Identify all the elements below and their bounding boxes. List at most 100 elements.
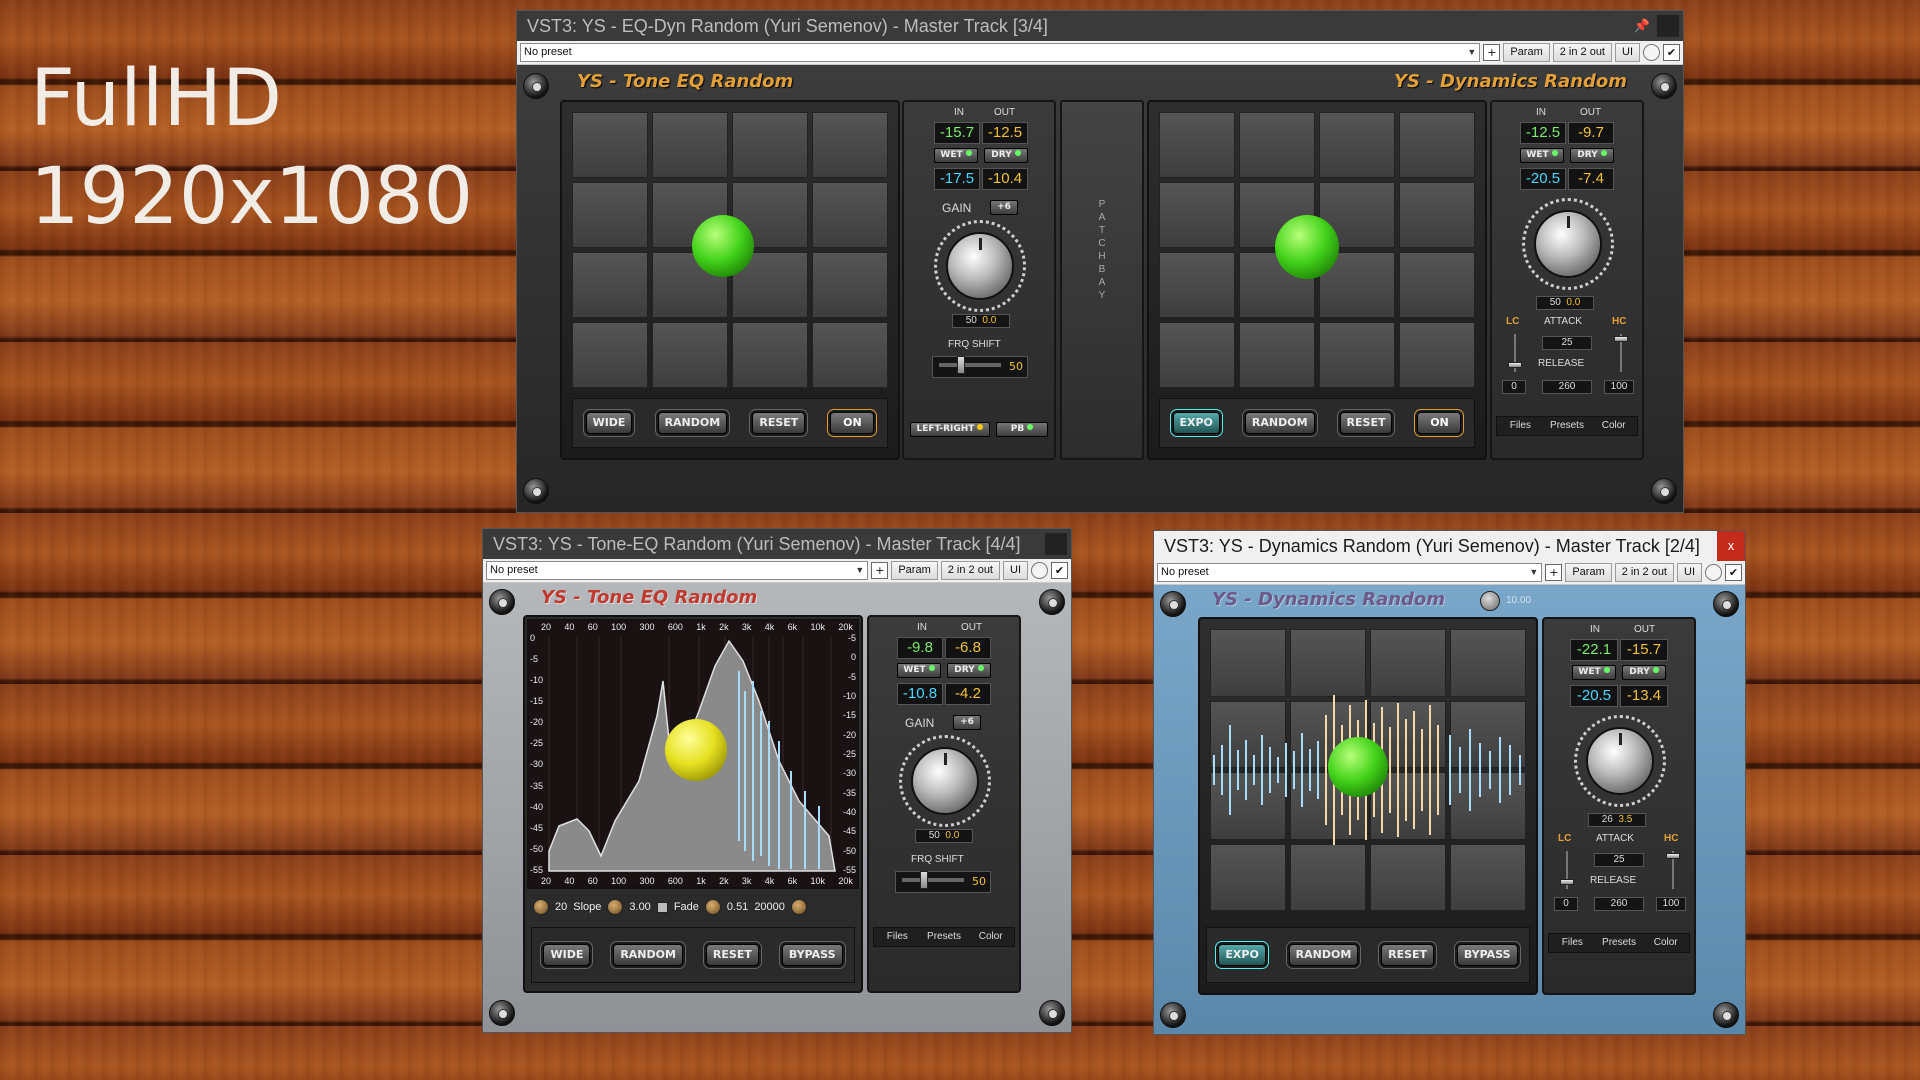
files-tab[interactable]: Files [1549, 934, 1596, 952]
param-button[interactable]: Param [1503, 43, 1550, 62]
bypass-button[interactable]: BYPASS [1456, 944, 1518, 966]
out-label: OUT [1634, 624, 1656, 635]
out-level-2: -13.4 [1620, 685, 1668, 707]
frq-shift-slider[interactable]: 50 [932, 356, 1028, 378]
param-button[interactable]: Param [1565, 563, 1612, 582]
power-icon[interactable] [1031, 562, 1048, 579]
presets-tab[interactable]: Presets [1596, 934, 1643, 952]
patchbay[interactable]: PATCHBAY [1060, 100, 1144, 460]
bypass-button[interactable]: BYPASS [781, 944, 843, 966]
random-button[interactable]: RANDOM [1288, 944, 1359, 966]
on-button[interactable]: ON [1417, 412, 1462, 434]
random-button[interactable]: RANDOM [1244, 412, 1315, 434]
preset-select[interactable]: No preset ▼ [520, 43, 1481, 62]
release-value[interactable]: 260 [1594, 897, 1644, 911]
presets-tab[interactable]: Presets [1544, 417, 1591, 435]
host-toolbar: No preset ▼ + Param 2 in 2 out UI ✔ [483, 559, 1071, 583]
add-preset-button[interactable]: + [1483, 44, 1501, 61]
wide-button[interactable]: WIDE [543, 944, 591, 966]
io-button[interactable]: 2 in 2 out [1614, 563, 1674, 582]
random-button[interactable]: RANDOM [657, 412, 728, 434]
add-preset-button[interactable]: + [871, 562, 889, 579]
color-tab[interactable]: Color [967, 928, 1014, 946]
io-button[interactable]: 2 in 2 out [940, 561, 1000, 580]
output-knob[interactable] [1480, 591, 1500, 611]
gain-boost-button[interactable]: +6 [953, 715, 981, 730]
ui-button[interactable]: UI [1677, 563, 1702, 582]
files-tab[interactable]: Files [1497, 417, 1544, 435]
slope-knob[interactable] [607, 899, 624, 915]
left-right-button[interactable]: LEFT-RIGHT [910, 422, 990, 437]
frq-shift-slider[interactable]: 50 [895, 871, 991, 893]
host-toolbar: No preset ▼ + Param 2 in 2 out UI ✔ [1154, 561, 1745, 585]
power-icon[interactable] [1705, 564, 1722, 581]
xy-handle[interactable] [1328, 737, 1388, 797]
expo-button[interactable]: EXPO [1172, 412, 1220, 434]
threshold-knob[interactable] [1534, 210, 1602, 278]
wet-button[interactable]: WET [1572, 665, 1616, 680]
window-title-bar[interactable]: VST3: YS - Tone-EQ Random (Yuri Semenov)… [483, 529, 1071, 559]
lc-fader[interactable] [1508, 334, 1522, 372]
wide-button[interactable]: WIDE [585, 412, 633, 434]
gain-knob[interactable] [911, 747, 979, 815]
dry-button[interactable]: DRY [1570, 148, 1614, 163]
reset-button[interactable]: RESET [1339, 412, 1393, 434]
wet-button[interactable]: WET [934, 148, 978, 163]
xy-pad-left[interactable]: WIDE RANDOM RESET ON [560, 100, 900, 460]
pb-button[interactable]: PB [996, 422, 1048, 437]
presets-tab[interactable]: Presets [921, 928, 968, 946]
lc-fader[interactable] [1560, 851, 1574, 889]
window-title-bar[interactable]: VST3: YS - Dynamics Random (Yuri Semenov… [1154, 531, 1745, 561]
high-knob[interactable] [790, 899, 807, 915]
enable-checkbox[interactable]: ✔ [1663, 44, 1680, 61]
spectrum-analyzer[interactable]: 20 40 60 100 300 600 1k 2k 3k 4k 6k 10k 20k 20 40 60 10… [527, 619, 859, 889]
close-button[interactable]: x [1717, 531, 1745, 561]
ui-button[interactable]: UI [1615, 43, 1640, 62]
preset-select[interactable]: No preset ▼ [1157, 563, 1543, 582]
reset-button[interactable]: RESET [705, 944, 759, 966]
on-button[interactable]: ON [830, 412, 875, 434]
out-label: OUT [1580, 107, 1602, 118]
io-button[interactable]: 2 in 2 out [1552, 43, 1612, 62]
close-button[interactable] [1657, 15, 1679, 37]
hc-fader[interactable] [1666, 851, 1680, 889]
pin-icon[interactable]: 📌 [1631, 15, 1653, 37]
ui-button[interactable]: UI [1003, 561, 1028, 580]
xy-pad-right[interactable]: EXPO RANDOM RESET ON [1147, 100, 1487, 460]
dry-button[interactable]: DRY [1622, 665, 1666, 680]
fade-knob[interactable] [704, 899, 721, 915]
preset-select[interactable]: No preset ▼ [486, 561, 869, 580]
eq-handle[interactable] [665, 719, 727, 781]
low-knob[interactable] [533, 899, 549, 915]
files-tab[interactable]: Files [874, 928, 921, 946]
dry-button[interactable]: DRY [984, 148, 1028, 163]
gain-boost-button[interactable]: +6 [990, 200, 1018, 215]
xy-handle[interactable] [692, 215, 754, 277]
param-button[interactable]: Param [891, 561, 938, 580]
dry-button[interactable]: DRY [947, 663, 991, 678]
power-icon[interactable] [1643, 44, 1660, 61]
reset-button[interactable]: RESET [752, 412, 806, 434]
expo-button[interactable]: EXPO [1218, 944, 1266, 966]
hc-fader[interactable] [1614, 334, 1628, 372]
reset-button[interactable]: RESET [1381, 944, 1435, 966]
enable-checkbox[interactable]: ✔ [1725, 564, 1742, 581]
attack-value[interactable]: 25 [1594, 853, 1644, 867]
wet-button[interactable]: WET [1520, 148, 1564, 163]
attack-value[interactable]: 25 [1542, 336, 1592, 350]
wet-button[interactable]: WET [897, 663, 941, 678]
close-button[interactable] [1045, 533, 1067, 555]
window-title-bar[interactable]: VST3: YS - EQ-Dyn Random (Yuri Semenov) … [517, 11, 1683, 41]
threshold-knob[interactable] [1586, 727, 1654, 795]
random-button[interactable]: RANDOM [613, 944, 683, 966]
fade-label: Fade [673, 901, 699, 913]
add-preset-button[interactable]: + [1545, 564, 1563, 581]
xy-handle[interactable] [1275, 215, 1339, 279]
release-value[interactable]: 260 [1542, 380, 1592, 394]
color-tab[interactable]: Color [1642, 934, 1689, 952]
fade-checkbox[interactable] [656, 901, 668, 913]
enable-checkbox[interactable]: ✔ [1051, 562, 1068, 579]
color-tab[interactable]: Color [1590, 417, 1637, 435]
xy-pad[interactable]: EXPO RANDOM RESET BYPASS [1198, 617, 1538, 995]
gain-knob[interactable] [946, 232, 1014, 300]
